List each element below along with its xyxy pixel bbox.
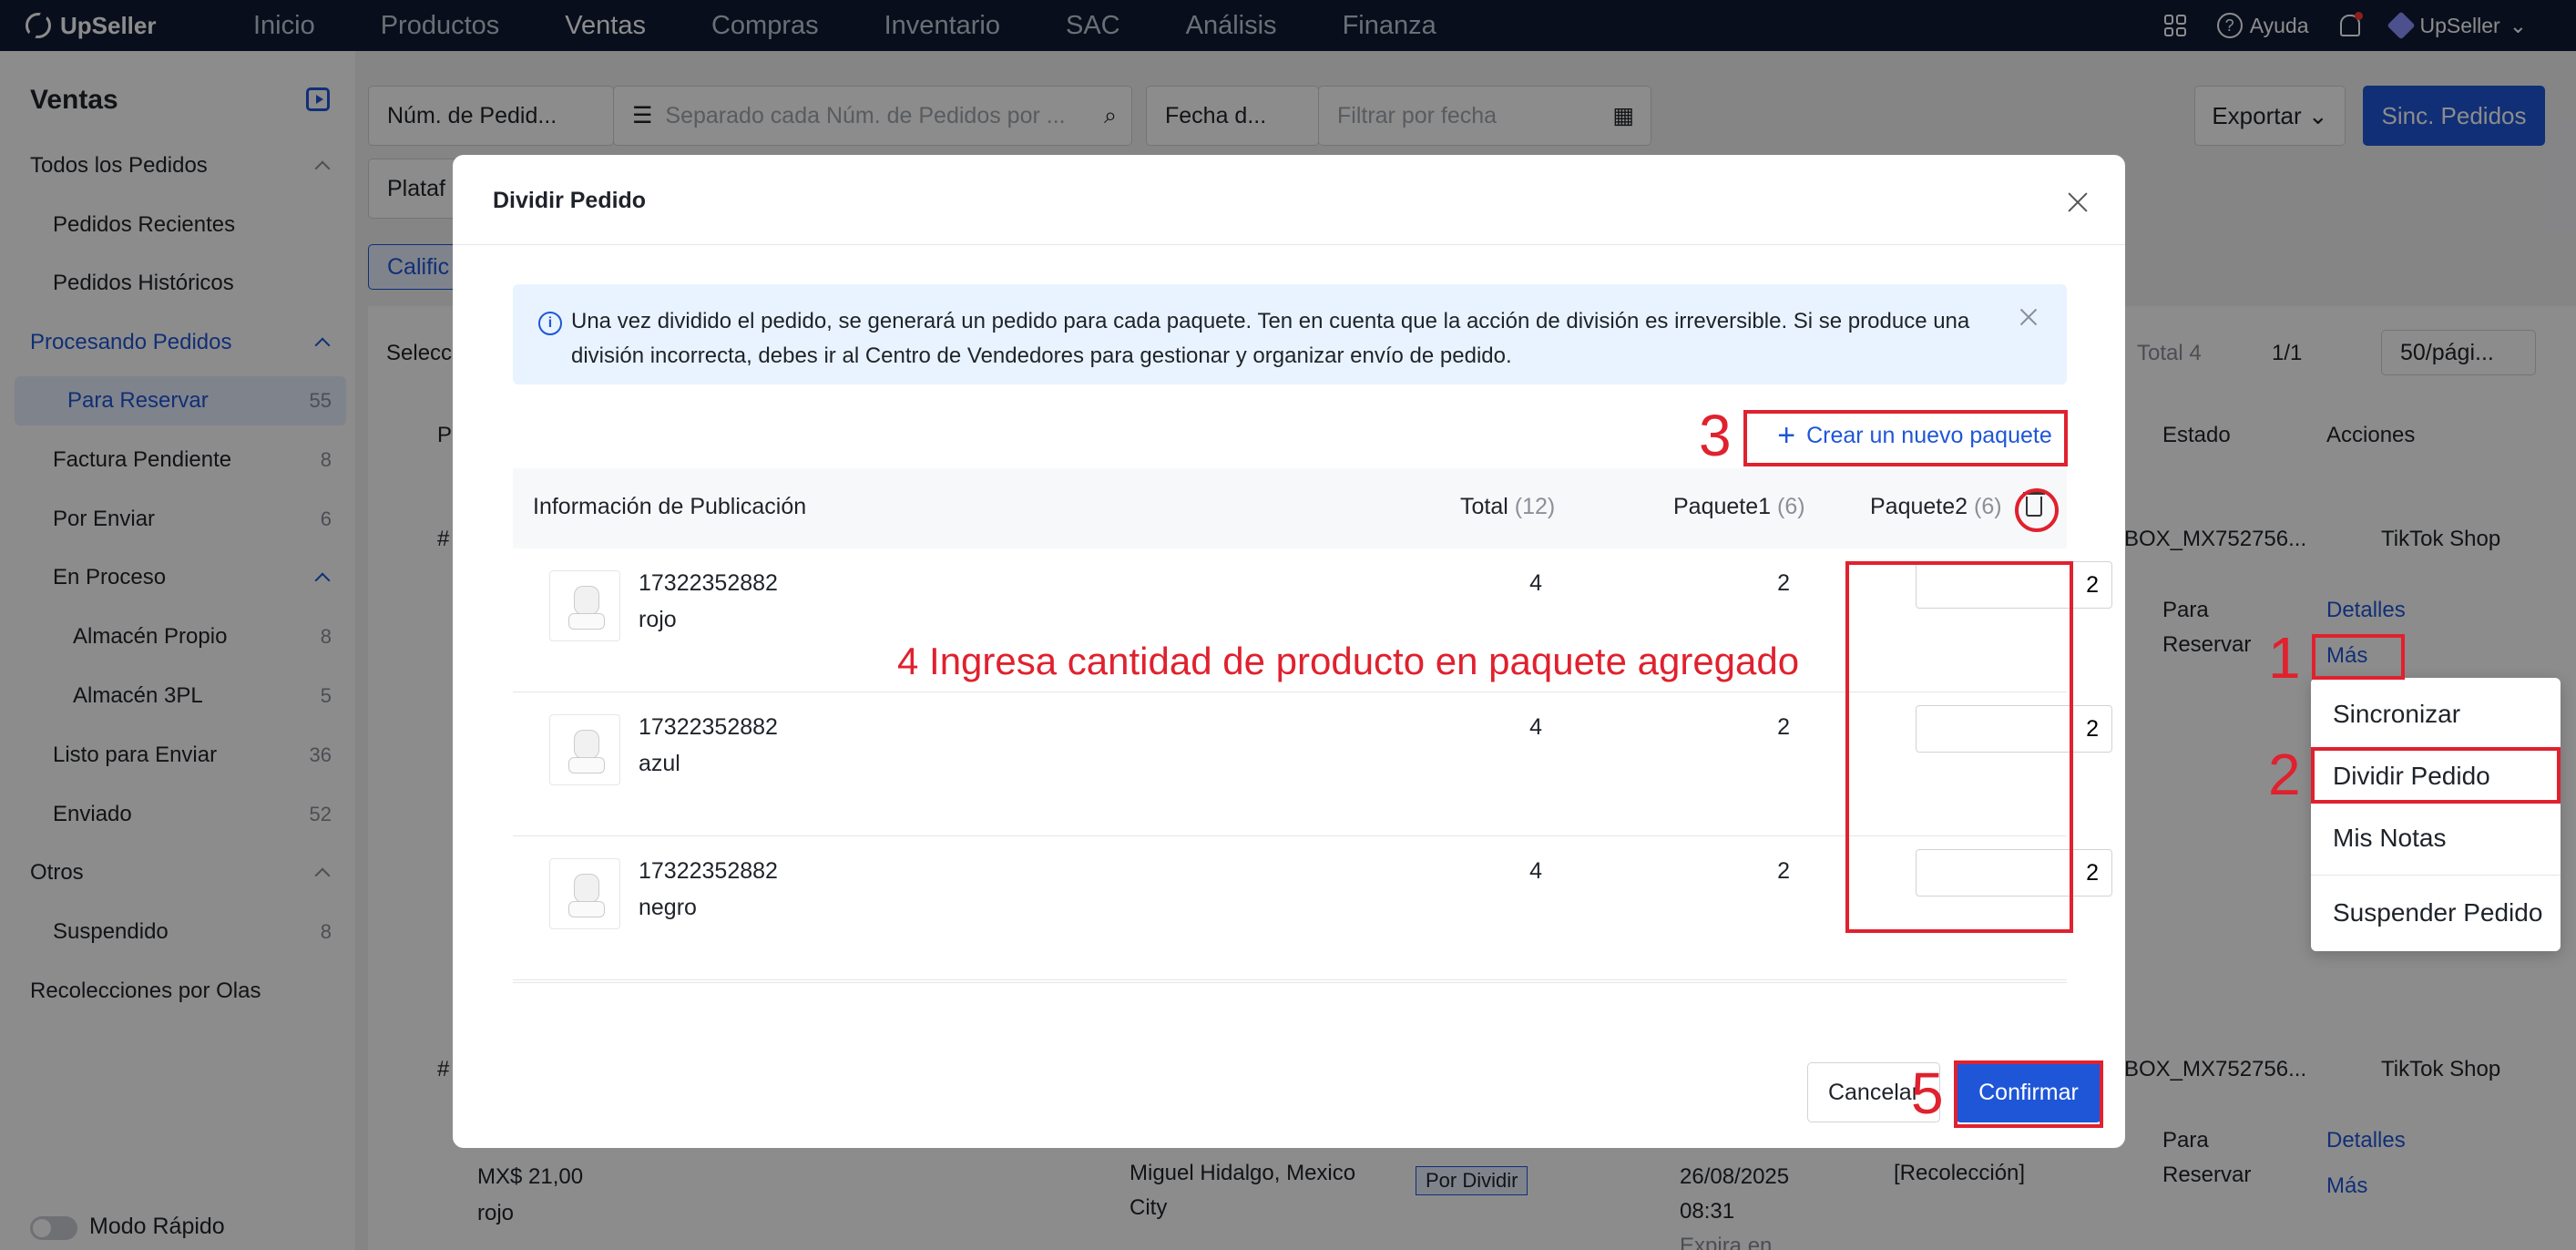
alert-message: Una vez dividido el pedido, se generará … (571, 309, 1970, 368)
menu-item-suspend[interactable]: Suspender Pedido (2333, 898, 2542, 927)
annotation-box-qty (1845, 561, 2073, 933)
annotation-box-more (2312, 634, 2405, 680)
info-icon: i (538, 312, 562, 335)
table-row: 17322352882 azul 4 2 (513, 692, 2112, 836)
annotation-number-1: 1 (2268, 625, 2301, 691)
header-package2-label: Paquete2 (1870, 494, 1968, 519)
annotation-text-4: 4 Ingresa cantidad de producto en paquet… (897, 640, 1800, 682)
header-total-label: Total (1460, 494, 1508, 519)
annotation-number-3: 3 (1699, 403, 1732, 468)
product-sku: 17322352882 (639, 858, 778, 884)
annotation-circle-trash (2015, 488, 2059, 532)
product-sku: 17322352882 (639, 570, 778, 596)
header-package1: Paquete1 (6) (1673, 494, 1805, 520)
total-qty: 4 (1529, 570, 1542, 596)
menu-item-notes[interactable]: Mis Notas (2333, 824, 2446, 853)
annotation-box-create (1743, 410, 2068, 466)
annotation-number-2: 2 (2268, 742, 2301, 807)
product-sku: 17322352882 (639, 714, 778, 740)
package1-qty: 2 (1777, 570, 1790, 596)
more-actions-menu: Sincronizar Dividir Pedido Mis Notas Sus… (2311, 678, 2561, 951)
cancel-label: Cancelar (1827, 1079, 1920, 1105)
info-alert: i Una vez dividido el pedido, se generar… (513, 284, 2067, 384)
dialog-title: Dividir Pedido (493, 188, 647, 213)
product-variant: negro (639, 895, 697, 920)
package1-qty: 2 (1777, 714, 1790, 740)
product-thumbnail (549, 714, 620, 785)
header-package1-label: Paquete1 (1673, 494, 1772, 519)
header-package2: Paquete2 (6) (1870, 494, 2002, 520)
close-icon[interactable] (2065, 190, 2090, 215)
header-package2-count: (6) (1974, 494, 2002, 519)
menu-item-sync[interactable]: Sincronizar (2333, 700, 2460, 729)
alert-close-icon[interactable] (2018, 306, 2039, 328)
product-thumbnail (549, 570, 620, 641)
annotation-box-confirm (1954, 1060, 2103, 1128)
product-thumbnail (549, 858, 620, 929)
split-table-header: Información de Publicación Total (12) Pa… (513, 468, 2067, 548)
header-package1-count: (6) (1777, 494, 1805, 519)
header-total-count: (12) (1514, 494, 1556, 519)
menu-divider (2311, 875, 2561, 876)
annotation-number-5: 5 (1911, 1060, 1944, 1126)
product-variant: azul (639, 751, 680, 776)
annotation-box-split (2311, 747, 2561, 804)
header-total: Total (12) (1460, 494, 1555, 520)
table-row: 17322352882 negro 4 2 (513, 836, 2112, 980)
total-qty: 4 (1529, 714, 1542, 740)
header-info: Información de Publicación (533, 494, 807, 519)
total-qty: 4 (1529, 858, 1542, 884)
package1-qty: 2 (1777, 858, 1790, 884)
dialog-divider (513, 982, 2067, 983)
dialog-divider (453, 244, 2125, 245)
product-variant: rojo (639, 607, 677, 632)
